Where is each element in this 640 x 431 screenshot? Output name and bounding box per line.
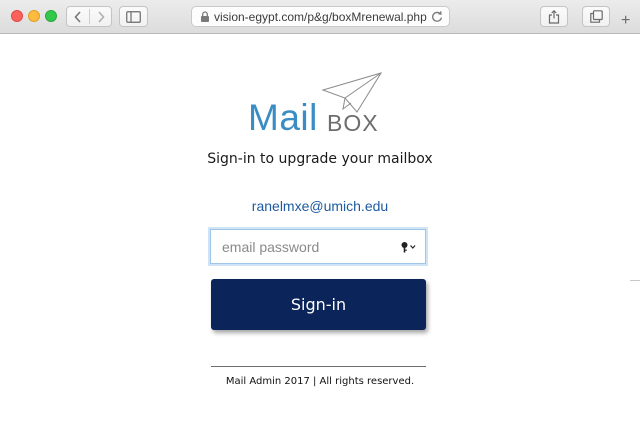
sign-in-button[interactable]: Sign-in bbox=[211, 279, 426, 330]
zoom-window-button[interactable] bbox=[45, 10, 57, 22]
footer-divider bbox=[211, 366, 426, 367]
password-field[interactable] bbox=[210, 229, 426, 264]
reload-icon[interactable] bbox=[431, 10, 443, 23]
browser-toolbar: vision-egypt.com/p&g/boxMrenewal.php + bbox=[0, 0, 640, 34]
minimize-window-button[interactable] bbox=[28, 10, 40, 22]
sidebar-button[interactable] bbox=[119, 6, 148, 27]
address-bar[interactable]: vision-egypt.com/p&g/boxMrenewal.php bbox=[191, 6, 450, 27]
page-edge-line bbox=[630, 280, 640, 281]
logo-mail-text: Mail bbox=[248, 97, 318, 138]
address-url: vision-egypt.com/p&g/boxMrenewal.php bbox=[214, 9, 427, 24]
sidebar-icon bbox=[126, 10, 141, 23]
account-email: ranelmxe@umich.edu bbox=[251, 198, 389, 214]
share-button[interactable] bbox=[540, 6, 568, 27]
new-tab-button[interactable]: + bbox=[621, 13, 630, 29]
password-input[interactable] bbox=[211, 230, 391, 263]
forward-button[interactable] bbox=[90, 7, 112, 26]
tabs-icon bbox=[589, 10, 603, 23]
mailbox-logo: Mail BOX bbox=[246, 72, 391, 138]
back-arrow-icon bbox=[74, 10, 81, 23]
paper-plane-icon bbox=[321, 72, 383, 113]
close-window-button[interactable] bbox=[11, 10, 23, 22]
lock-icon bbox=[201, 11, 209, 22]
key-icon[interactable] bbox=[401, 241, 417, 253]
navigation-buttons bbox=[66, 6, 112, 27]
forward-arrow-icon bbox=[98, 10, 105, 23]
logo-box-text: BOX bbox=[327, 110, 379, 136]
footer-text: Mail Admin 2017 | All rights reserved. bbox=[225, 376, 415, 387]
page-subtitle: Sign-in to upgrade your mailbox bbox=[207, 151, 433, 167]
back-button[interactable] bbox=[67, 7, 89, 26]
share-icon bbox=[548, 9, 560, 24]
show-tabs-button[interactable] bbox=[582, 6, 610, 27]
